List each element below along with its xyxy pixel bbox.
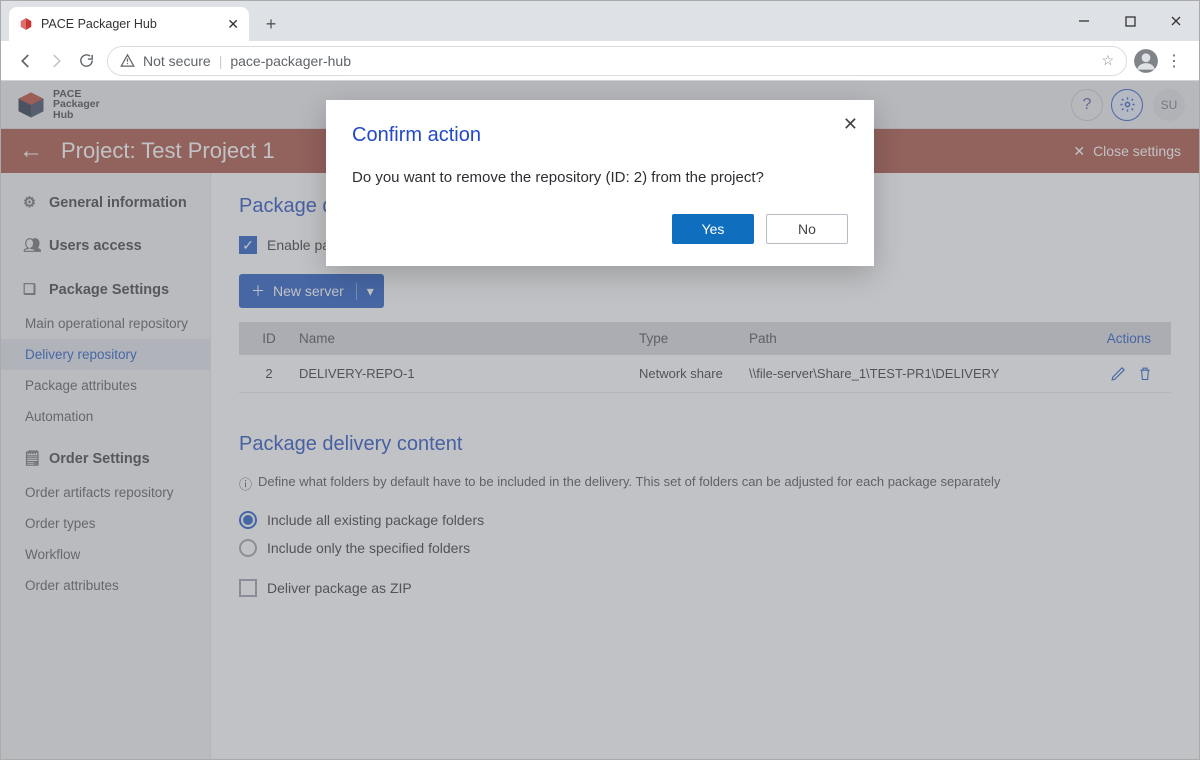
modal-title: Confirm action <box>352 124 848 147</box>
new-tab-button[interactable]: + <box>257 10 285 38</box>
bookmark-icon[interactable]: ☆ <box>1101 52 1114 69</box>
browser-tab[interactable]: PACE Packager Hub ✕ <box>9 7 249 41</box>
reload-icon[interactable] <box>71 46 101 76</box>
tab-title: PACE Packager Hub <box>41 17 157 31</box>
forward-icon[interactable] <box>41 46 71 76</box>
window-minimize-icon[interactable] <box>1061 1 1107 41</box>
window-controls <box>1061 1 1199 41</box>
window-close-icon[interactable] <box>1153 1 1199 41</box>
browser-toolbar: Not secure | pace-packager-hub ☆ ⋮ <box>1 41 1199 81</box>
back-icon[interactable] <box>11 46 41 76</box>
modal-body: Do you want to remove the repository (ID… <box>352 169 848 186</box>
modal-buttons: Yes No <box>352 214 848 244</box>
no-button[interactable]: No <box>766 214 848 244</box>
tab-close-icon[interactable]: ✕ <box>227 16 239 33</box>
security-label: Not secure <box>143 53 211 69</box>
kebab-menu-icon[interactable]: ⋮ <box>1159 46 1189 76</box>
confirm-modal: ✕ Confirm action Do you want to remove t… <box>326 100 874 266</box>
browser-tab-strip: PACE Packager Hub ✕ + <box>1 1 1199 41</box>
cube-icon <box>19 17 33 31</box>
profile-avatar-icon[interactable] <box>1133 48 1159 74</box>
modal-close-icon[interactable]: ✕ <box>843 114 858 135</box>
yes-button[interactable]: Yes <box>672 214 754 244</box>
separator: | <box>219 53 223 69</box>
window-maximize-icon[interactable] <box>1107 1 1153 41</box>
address-bar[interactable]: Not secure | pace-packager-hub ☆ <box>107 46 1127 76</box>
not-secure-icon <box>120 53 135 68</box>
url-text: pace-packager-hub <box>230 53 351 69</box>
